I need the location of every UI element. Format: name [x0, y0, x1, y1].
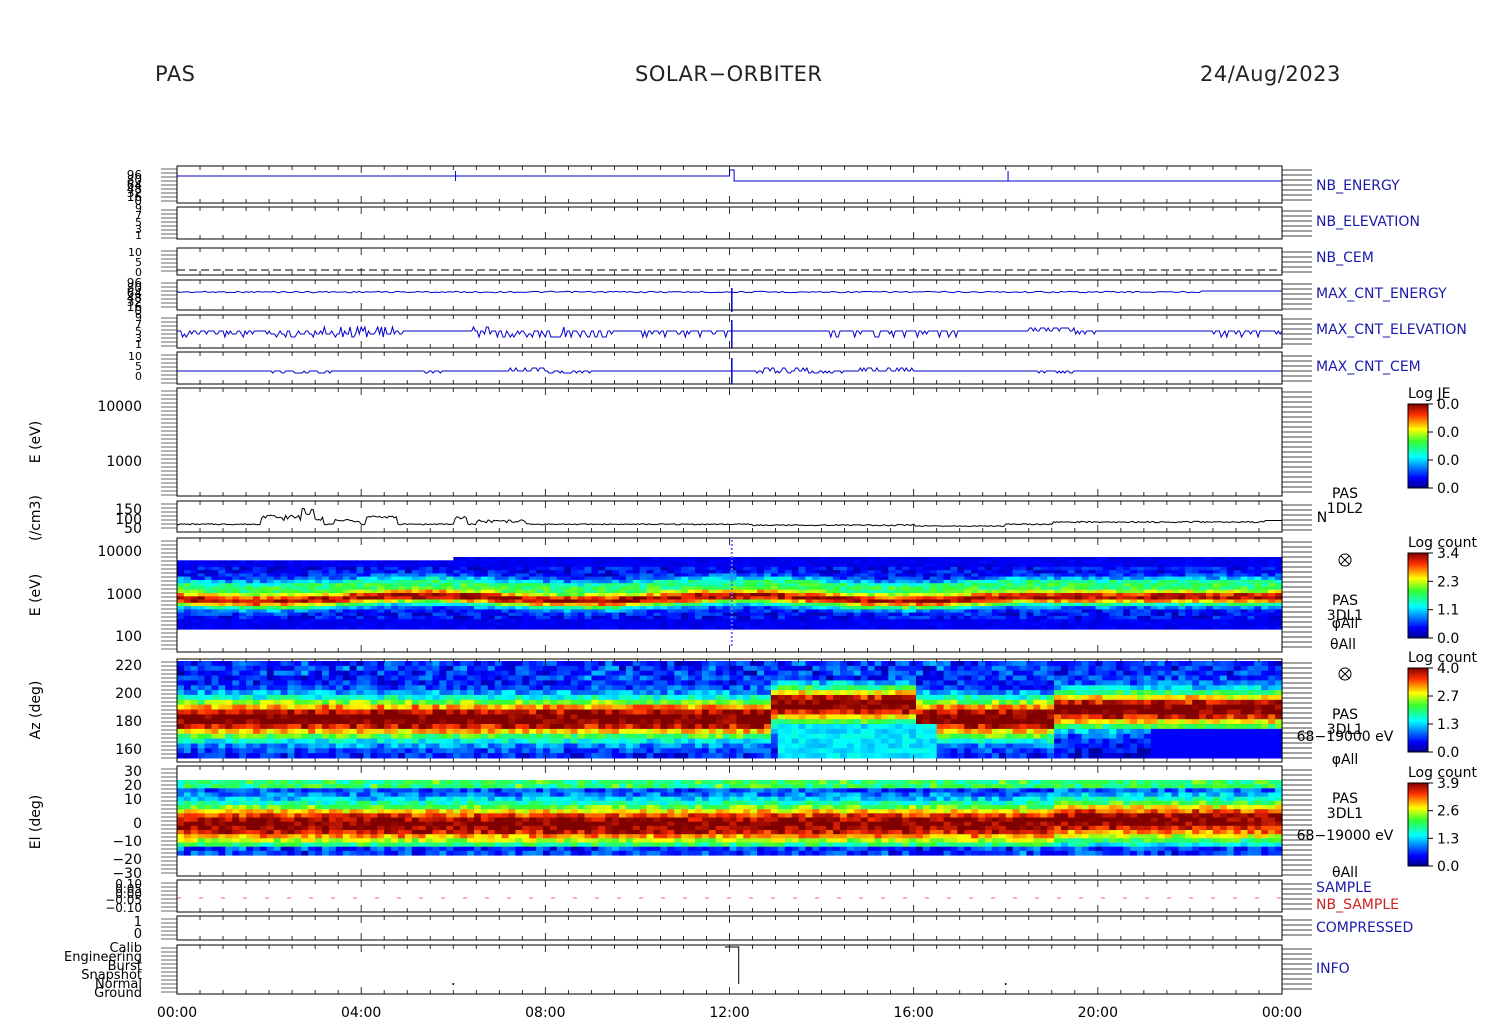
colorbar-tick-label: 4.0 — [1437, 661, 1459, 677]
panel-side-label: 3DL1 — [1327, 806, 1363, 822]
density-line — [177, 507, 1282, 528]
max-cnt-elevation-line — [177, 325, 1283, 339]
solar-orbiter-pas-figure: 9680644832160975311050968064483216097531… — [28, 165, 1477, 1020]
x-tick-label: 08:00 — [525, 1005, 565, 1020]
info-dot — [452, 983, 455, 985]
colorbar-tick-label: 0.0 — [1437, 481, 1459, 497]
panel-side-label: PAS — [1332, 593, 1358, 609]
colorbar-tick-label: 0.0 — [1437, 631, 1459, 647]
colorbar-tick-label: 0.0 — [1437, 397, 1459, 413]
panel-label-compressed: COMPRESSED — [1316, 920, 1413, 936]
y-axis-title: E (eV) — [28, 574, 44, 616]
y-tick-label: 200 — [115, 686, 142, 702]
panel-label-nb-sample: NB_SAMPLE — [1316, 897, 1399, 913]
y-tick-label: 0 — [135, 370, 142, 383]
y-tick-label: 1 — [135, 229, 142, 242]
panel-side-label: PAS — [1332, 486, 1358, 502]
panel-frame-info — [176, 944, 1283, 995]
colorbar-tick-label: 0.0 — [1437, 859, 1459, 875]
colorbar — [1407, 782, 1429, 867]
panel-side-label: N — [1317, 510, 1327, 526]
panel-label-nb-elevation: NB_ELEVATION — [1316, 214, 1420, 230]
info-line — [724, 946, 740, 984]
y-tick-label: 0 — [134, 927, 142, 942]
colorbar — [1407, 552, 1429, 639]
x-tick-label: 16:00 — [893, 1005, 933, 1020]
y-tick-label: −0.10 — [105, 901, 142, 915]
y-tick-label: 100 — [115, 629, 142, 645]
panel-label-nb-energy: NB_ENERGY — [1316, 178, 1400, 194]
colorbar-tick-label: 0.0 — [1437, 745, 1459, 761]
panel-side-label: 68−19000 eV — [1297, 729, 1394, 745]
x-tick-label: 00:00 — [157, 1005, 197, 1020]
y-tick-label: 1000 — [106, 587, 142, 603]
panel-side-label: φAll — [1332, 752, 1359, 768]
panel-label-max-cnt-cem: MAX_CNT_CEM — [1316, 359, 1421, 375]
panel-side-label: φAll — [1332, 616, 1359, 632]
panel-side-label: θAll — [1332, 865, 1358, 881]
y-tick-label: 10000 — [97, 544, 142, 560]
energy-spectrogram-cells — [177, 557, 1283, 630]
y-tick-label: Ground — [94, 986, 142, 1001]
x-tick-label: 20:00 — [1078, 1005, 1118, 1020]
y-axis-title: E (eV) — [28, 421, 44, 463]
max-cnt-energy-line — [176, 290, 1282, 294]
colorbar — [1407, 667, 1429, 753]
y-tick-label: 10000 — [97, 399, 142, 415]
y-tick-label: 220 — [115, 658, 142, 674]
y-tick-label: 50 — [124, 521, 142, 537]
colorbar — [1407, 403, 1429, 489]
x-tick-label: 04:00 — [341, 1005, 381, 1020]
panel-side-label: θAll — [1330, 637, 1356, 653]
colorbar-tick-label: 0.0 — [1437, 425, 1459, 441]
panel-label-info: INFO — [1316, 961, 1350, 977]
y-tick-label: 160 — [115, 742, 142, 758]
circled-cross-icon — [1338, 553, 1352, 567]
colorbar-tick-label: 0.0 — [1437, 453, 1459, 469]
panel-side-label: 1DL2 — [1327, 501, 1363, 517]
elevation-spectrogram-cells — [177, 780, 1283, 856]
y-tick-label: −10 — [112, 834, 142, 850]
colorbar-tick-label: 2.6 — [1437, 804, 1459, 820]
colorbar-tick-label: 1.3 — [1437, 831, 1459, 847]
colorbar-tick-label: 1.3 — [1437, 717, 1459, 733]
y-tick-label: 1000 — [106, 454, 142, 470]
panel-side-label: 68−19000 eV — [1297, 828, 1394, 844]
panel-label-sample: SAMPLE — [1316, 880, 1372, 896]
panel-label-nb-cem: NB_CEM — [1316, 250, 1374, 266]
y-tick-label: 10 — [124, 792, 142, 808]
y-tick-label: 0 — [133, 816, 142, 832]
y-axis-title: El (deg) — [28, 795, 44, 850]
colorbar-tick-label: 3.4 — [1437, 546, 1459, 562]
colorbar-tick-label: 2.7 — [1437, 689, 1459, 705]
info-dot — [1004, 983, 1007, 985]
panel-label-max-cnt-energy: MAX_CNT_ENERGY — [1316, 286, 1447, 302]
azimuth-spectrogram-cells — [177, 661, 1283, 759]
max-cnt-cem-line — [177, 366, 1282, 374]
x-tick-label: 12:00 — [709, 1005, 749, 1020]
panel-side-label: PAS — [1332, 707, 1358, 723]
y-tick-label: 180 — [115, 714, 142, 730]
panel-frame-je-spectrogram — [176, 387, 1283, 497]
circled-cross-icon — [1338, 667, 1352, 681]
colorbar-tick-label: 1.1 — [1437, 603, 1459, 619]
panel-label-max-cnt-elevation: MAX_CNT_ELEVATION — [1316, 322, 1467, 338]
y-axis-title: Az (deg) — [28, 681, 44, 740]
y-axis-title: (/cm3) — [28, 495, 44, 541]
panel-side-label: PAS — [1332, 791, 1358, 807]
colorbar-tick-label: 2.3 — [1437, 574, 1459, 590]
colorbar-tick-label: 3.9 — [1437, 776, 1459, 792]
x-tick-label: 00:00 — [1262, 1005, 1302, 1020]
